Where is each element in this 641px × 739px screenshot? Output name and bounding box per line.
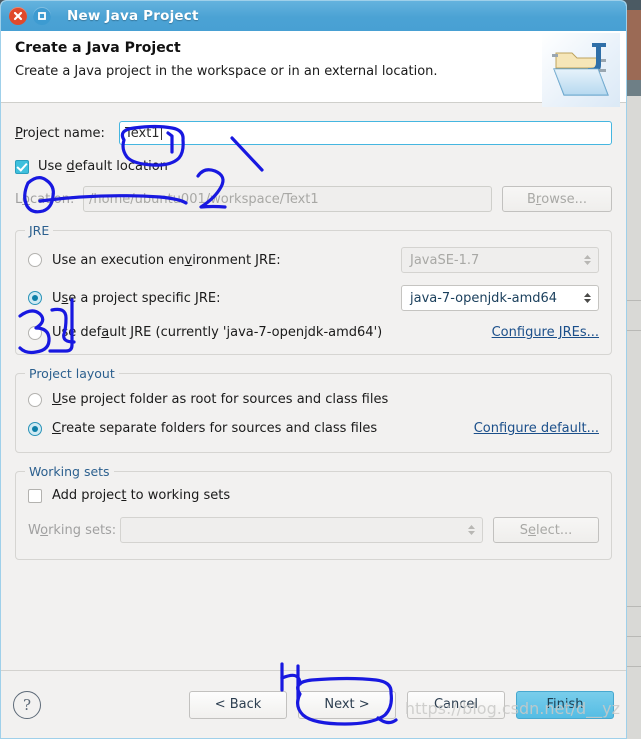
help-icon[interactable]: ?: [13, 690, 41, 719]
new-java-project-dialog: New Java Project Create a Java Project C…: [0, 0, 627, 739]
execution-environment-value: JavaSE-1.7: [410, 252, 480, 268]
jre-execution-environment-radio[interactable]: [28, 253, 42, 267]
next-button[interactable]: Next >: [298, 690, 396, 719]
project-specific-jre-value: java-7-openjdk-amd64: [410, 290, 558, 306]
project-name-label: Project name:: [15, 125, 105, 141]
project-name-row: Project name: Text1: [15, 121, 612, 145]
location-input: /home/ubuntu001/workspace/Text1: [83, 186, 492, 212]
project-name-label-text: roject name:: [22, 125, 105, 141]
layout-separate-folders-radio[interactable]: [28, 421, 42, 436]
java-project-folder-icon: [542, 33, 620, 107]
configure-jres-link[interactable]: Configure JREs...: [492, 325, 599, 340]
jre-execution-environment-label: Use an execution environment JRE:: [52, 252, 281, 268]
project-name-input[interactable]: Text1: [119, 121, 612, 145]
working-sets-label: Working sets:: [28, 522, 117, 538]
execution-environment-combo: JavaSE-1.7: [401, 247, 599, 273]
jre-group: JRE Use an execution environment JRE: Ja…: [15, 223, 612, 355]
layout-option-project-folder[interactable]: Use project folder as root for sources a…: [28, 392, 599, 407]
select-working-sets-button[interactable]: Se lect...: [493, 517, 599, 543]
browse-button[interactable]: Br owse...: [502, 186, 612, 212]
jre-default-radio[interactable]: [28, 325, 42, 340]
jre-default-label: Use default JRE (currently 'java-7-openj…: [52, 325, 383, 340]
page-subtitle: Create a Java project in the workspace o…: [15, 64, 438, 79]
page-title: Create a Java Project: [15, 40, 181, 56]
location-row: Location: /home/ubuntu001/workspace/Text…: [15, 186, 612, 212]
layout-project-folder-radio[interactable]: [28, 392, 42, 407]
jre-project-specific-radio[interactable]: [28, 291, 42, 305]
finish-button[interactable]: Finish: [516, 690, 614, 719]
dialog-header: Create a Java Project Create a Java proj…: [1, 31, 626, 107]
working-sets-row: Working sets: Se lect...: [28, 517, 599, 543]
configure-default-link[interactable]: Configure default...: [474, 421, 599, 436]
layout-separate-folders-label: Create separate folders for sources and …: [52, 421, 378, 436]
window-title: New Java Project: [67, 8, 199, 24]
spinner-arrows-icon: [583, 253, 592, 267]
jre-option-execution-environment[interactable]: Use an execution environment JRE: JavaSE…: [28, 247, 599, 273]
add-to-working-sets-label: Add project to working sets: [52, 488, 231, 503]
layout-project-folder-label: Use project folder as root for sources a…: [52, 392, 389, 407]
dialog-body: Project name: Text1 Use default location…: [1, 103, 626, 560]
title-bar: New Java Project: [1, 1, 626, 31]
close-icon[interactable]: [9, 7, 27, 25]
jre-group-label: JRE: [25, 223, 54, 238]
cancel-button[interactable]: Cancel: [407, 690, 505, 719]
use-default-location-row[interactable]: Use default location: [15, 159, 612, 174]
dialog-footer: ? < Back Next > Cancel Finish: [1, 670, 626, 738]
project-layout-group: Project layout Use project folder as roo…: [15, 366, 612, 453]
jre-option-project-specific[interactable]: Use a project specific JRE: java-7-openj…: [28, 285, 599, 311]
project-layout-group-label: Project layout: [25, 366, 119, 381]
layout-option-separate-folders[interactable]: Create separate folders for sources and …: [28, 421, 599, 436]
working-sets-group-label: Working sets: [25, 464, 114, 479]
spinner-arrows-icon: [583, 291, 592, 305]
location-label: Location:: [15, 191, 75, 207]
back-button[interactable]: < Back: [189, 690, 287, 719]
add-to-working-sets-checkbox[interactable]: [28, 488, 42, 503]
project-specific-jre-combo[interactable]: java-7-openjdk-amd64: [401, 285, 599, 311]
add-to-working-sets-row[interactable]: Add project to working sets: [28, 488, 599, 503]
jre-project-specific-label: Use a project specific JRE:: [52, 290, 221, 306]
jre-option-default[interactable]: Use default JRE (currently 'java-7-openj…: [28, 325, 599, 340]
working-sets-group: Working sets Add project to working sets…: [15, 464, 612, 560]
project-name-value: Text1: [125, 125, 160, 141]
maximize-icon[interactable]: [33, 7, 51, 25]
location-value: /home/ubuntu001/workspace/Text1: [89, 191, 319, 207]
spinner-arrows-icon: [467, 523, 476, 537]
use-default-location-label: Use default location: [38, 159, 168, 174]
use-default-location-checkbox[interactable]: [15, 159, 29, 174]
working-sets-combo: [120, 517, 483, 543]
